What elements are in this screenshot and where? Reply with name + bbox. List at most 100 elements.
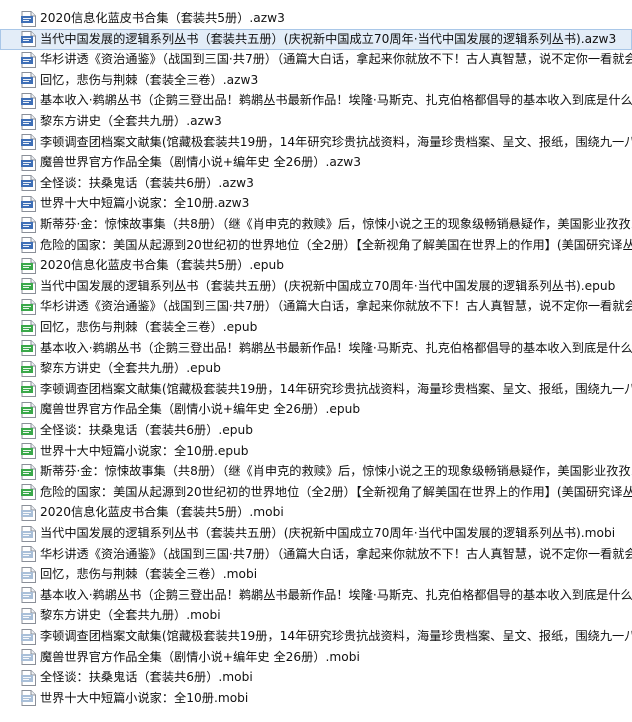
file-row[interactable]: 黎东方讲史（全套共九册）.azw3 — [0, 111, 632, 132]
file-name: 2020信息化蓝皮书合集（套装共5册）.azw3 — [40, 11, 285, 25]
file-row[interactable]: 魔兽世界官方作品全集（剧情小说+编年史 全26册）.mobi — [0, 647, 632, 668]
file-name: 回忆，悲伤与荆棘（套装全三卷）.azw3 — [40, 72, 259, 87]
file-name: 当代中国发展的逻辑系列丛书（套装共五册）(庆祝新中国成立70周年·当代中国发展的… — [40, 31, 617, 46]
azw-file-icon — [21, 216, 36, 233]
file-name: 华杉讲透《资治通鉴》（战国到三国·共7册）（通篇大白话，拿起来你就放不下！古人真… — [40, 546, 632, 561]
file-name: 2020信息化蓝皮书合集（套装共5册）.mobi — [40, 505, 284, 520]
epub-file-icon — [21, 298, 36, 315]
file-name: 世界十大中短篇小说家：全10册.epub — [40, 443, 249, 458]
file-row[interactable]: 华杉讲透《资治通鉴》（战国到三国·共7册）（通篇大白话，拿起来你就放不下！古人真… — [0, 296, 632, 317]
azw-file-icon — [21, 92, 36, 109]
azw-file-icon — [21, 31, 36, 48]
file-name: 华杉讲透《资治通鉴》（战国到三国·共7册）（通篇大白话，拿起来你就放不下！古人真… — [40, 299, 632, 314]
epub-file-icon — [21, 257, 36, 274]
epub-file-icon — [21, 422, 36, 439]
file-row[interactable]: 基本收入·鹈鹕丛书（企鹅三登出品！鹈鹕丛书最新作品！埃隆·马斯克、扎克伯格都倡导… — [0, 338, 632, 359]
epub-file-icon — [21, 381, 36, 398]
azw-file-icon — [21, 175, 36, 192]
mobi-file-icon — [21, 690, 36, 707]
file-name: 世界十大中短篇小说家：全10册.mobi — [40, 690, 249, 705]
file-row[interactable]: 回忆，悲伤与荆棘（套装全三卷）.mobi — [0, 564, 632, 585]
file-name: 全怪谈：扶桑鬼话（套装共6册）.azw3 — [40, 175, 254, 190]
file-row[interactable]: 黎东方讲史（全套共九册）.epub — [0, 358, 632, 379]
azw-file-icon — [21, 237, 36, 254]
file-row[interactable]: 斯蒂芬·金：惊悚故事集（共8册）（继《肖申克的救赎》后，惊悚小说之王的现象级畅销… — [0, 461, 632, 482]
file-name: 黎东方讲史（全套共九册）.mobi — [40, 608, 221, 623]
file-row[interactable]: 魔兽世界官方作品全集（剧情小说+编年史 全26册）.azw3 — [0, 152, 632, 173]
file-row[interactable]: 世界十大中短篇小说家：全10册.azw3 — [0, 193, 632, 214]
azw-file-icon — [21, 195, 36, 212]
file-row[interactable]: 李顿调查团档案文献集(馆藏极套装共19册，14年研究珍贵抗战资料，海量珍贵档案、… — [0, 626, 632, 647]
file-row[interactable]: 当代中国发展的逻辑系列丛书（套装共五册）(庆祝新中国成立70周年·当代中国发展的… — [0, 276, 632, 297]
file-row[interactable]: 危险的国家：美国从起源到20世纪初的世界地位（全2册）【全新视角了解美国在世界上… — [0, 235, 632, 256]
file-row[interactable]: 基本收入·鹈鹕丛书（企鹅三登出品！鹈鹕丛书最新作品！埃隆·马斯克、扎克伯格都倡导… — [0, 90, 632, 111]
file-row[interactable]: 李顿调查团档案文献集(馆藏极套装共19册，14年研究珍贵抗战资料，海量珍贵档案、… — [0, 132, 632, 153]
file-row[interactable]: 全怪谈：扶桑鬼话（套装共6册）.mobi — [0, 667, 632, 688]
epub-file-icon — [21, 463, 36, 480]
azw-file-icon — [21, 113, 36, 130]
mobi-file-icon — [21, 669, 36, 686]
file-row[interactable]: 当代中国发展的逻辑系列丛书（套装共五册）(庆祝新中国成立70周年·当代中国发展的… — [0, 523, 632, 544]
file-row[interactable]: 世界十大中短篇小说家：全10册.mobi — [0, 688, 632, 709]
epub-file-icon — [21, 484, 36, 501]
file-row[interactable]: 世界十大中短篇小说家：全10册.epub — [0, 441, 632, 462]
file-row[interactable]: 基本收入·鹈鹕丛书（企鹅三登出品！鹈鹕丛书最新作品！埃隆·马斯克、扎克伯格都倡导… — [0, 585, 632, 606]
file-name: 2020信息化蓝皮书合集（套装共5册）.epub — [40, 258, 284, 273]
file-name: 危险的国家：美国从起源到20世纪初的世界地位（全2册）【全新视角了解美国在世界上… — [40, 484, 632, 499]
file-row[interactable]: 华杉讲透《资治通鉴》（战国到三国·共7册）（通篇大白话，拿起来你就放不下！古人真… — [0, 544, 632, 565]
file-name: 魔兽世界官方作品全集（剧情小说+编年史 全26册）.azw3 — [40, 155, 361, 170]
epub-file-icon — [21, 360, 36, 377]
epub-file-icon — [21, 401, 36, 418]
file-name: 李顿调查团档案文献集(馆藏极套装共19册，14年研究珍贵抗战资料，海量珍贵档案、… — [40, 629, 632, 643]
file-name: 基本收入·鹈鹕丛书（企鹅三登出品！鹈鹕丛书最新作品！埃隆·马斯克、扎克伯格都倡导… — [40, 587, 632, 602]
file-row[interactable]: 李顿调查团档案文献集(馆藏极套装共19册，14年研究珍贵抗战资料，海量珍贵档案、… — [0, 379, 632, 400]
file-name: 华杉讲透《资治通鉴》（战国到三国·共7册）（通篇大白话，拿起来你就放不下！古人真… — [40, 52, 632, 67]
azw-file-icon — [21, 10, 36, 27]
mobi-file-icon — [21, 587, 36, 604]
file-row[interactable]: 回忆，悲伤与荆棘（套装全三卷）.epub — [0, 317, 632, 338]
file-name: 李顿调查团档案文献集(馆藏极套装共19册，14年研究珍贵抗战资料，海量珍贵档案、… — [40, 134, 632, 149]
mobi-file-icon — [21, 566, 36, 583]
file-row[interactable]: 斯蒂芬·金：惊悚故事集（共8册）（继《肖申克的救赎》后，惊悚小说之王的现象级畅销… — [0, 214, 632, 235]
file-name: 全怪谈：扶桑鬼话（套装共6册）.mobi — [40, 670, 253, 685]
file-name: 回忆，悲伤与荆棘（套装全三卷）.mobi — [40, 567, 258, 582]
file-row[interactable]: 2020信息化蓝皮书合集（套装共5册）.azw3 — [0, 8, 632, 29]
file-name: 斯蒂芬·金：惊悚故事集（共8册）（继《肖申克的救赎》后，惊悚小说之王的现象级畅销… — [40, 464, 632, 479]
file-name: 世界十大中短篇小说家：全10册.azw3 — [40, 196, 250, 211]
mobi-file-icon — [21, 628, 36, 645]
mobi-file-icon — [21, 546, 36, 563]
file-row[interactable]: 2020信息化蓝皮书合集（套装共5册）.mobi — [0, 502, 632, 523]
file-row[interactable]: 魔兽世界官方作品全集（剧情小说+编年史 全26册）.epub — [0, 399, 632, 420]
mobi-file-icon — [21, 649, 36, 666]
file-name: 黎东方讲史（全套共九册）.azw3 — [40, 114, 222, 128]
file-name: 魔兽世界官方作品全集（剧情小说+编年史 全26册）.mobi — [40, 649, 360, 664]
epub-file-icon — [21, 340, 36, 357]
file-name: 斯蒂芬·金：惊悚故事集（共8册）（继《肖申克的救赎》后，惊悚小说之王的现象级畅销… — [40, 217, 632, 231]
file-name: 黎东方讲史（全套共九册）.epub — [40, 361, 221, 376]
epub-file-icon — [21, 278, 36, 295]
file-name: 基本收入·鹈鹕丛书（企鹅三登出品！鹈鹕丛书最新作品！埃隆·马斯克、扎克伯格都倡导… — [40, 340, 632, 355]
file-row[interactable]: 危险的国家：美国从起源到20世纪初的世界地位（全2册）【全新视角了解美国在世界上… — [0, 482, 632, 503]
file-row[interactable]: 黎东方讲史（全套共九册）.mobi — [0, 605, 632, 626]
file-name: 魔兽世界官方作品全集（剧情小说+编年史 全26册）.epub — [40, 402, 361, 417]
file-name: 危险的国家：美国从起源到20世纪初的世界地位（全2册）【全新视角了解美国在世界上… — [40, 237, 632, 252]
file-name: 全怪谈：扶桑鬼话（套装共6册）.epub — [40, 423, 253, 437]
epub-file-icon — [21, 443, 36, 460]
mobi-file-icon — [21, 525, 36, 542]
file-name: 当代中国发展的逻辑系列丛书（套装共五册）(庆祝新中国成立70周年·当代中国发展的… — [40, 526, 616, 540]
file-row[interactable]: 当代中国发展的逻辑系列丛书（套装共五册）(庆祝新中国成立70周年·当代中国发展的… — [0, 28, 632, 50]
azw-file-icon — [21, 72, 36, 89]
azw-file-icon — [21, 154, 36, 171]
file-name: 基本收入·鹈鹕丛书（企鹅三登出品！鹈鹕丛书最新作品！埃隆·马斯克、扎克伯格都倡导… — [40, 93, 632, 108]
file-row[interactable]: 2020信息化蓝皮书合集（套装共5册）.epub — [0, 255, 632, 276]
file-row[interactable]: 全怪谈：扶桑鬼话（套装共6册）.azw3 — [0, 173, 632, 194]
mobi-file-icon — [21, 504, 36, 521]
file-row[interactable]: 全怪谈：扶桑鬼话（套装共6册）.epub — [0, 420, 632, 441]
file-row[interactable]: 华杉讲透《资治通鉴》（战国到三国·共7册）（通篇大白话，拿起来你就放不下！古人真… — [0, 49, 632, 70]
file-name: 回忆，悲伤与荆棘（套装全三卷）.epub — [40, 320, 258, 334]
file-list[interactable]: 2020信息化蓝皮书合集（套装共5册）.azw3 当代中国发展的逻辑系列丛书（套装… — [0, 0, 632, 722]
file-row[interactable]: 回忆，悲伤与荆棘（套装全三卷）.azw3 — [0, 70, 632, 91]
epub-file-icon — [21, 319, 36, 336]
file-name: 李顿调查团档案文献集(馆藏极套装共19册，14年研究珍贵抗战资料，海量珍贵档案、… — [40, 381, 632, 396]
azw-file-icon — [21, 134, 36, 151]
